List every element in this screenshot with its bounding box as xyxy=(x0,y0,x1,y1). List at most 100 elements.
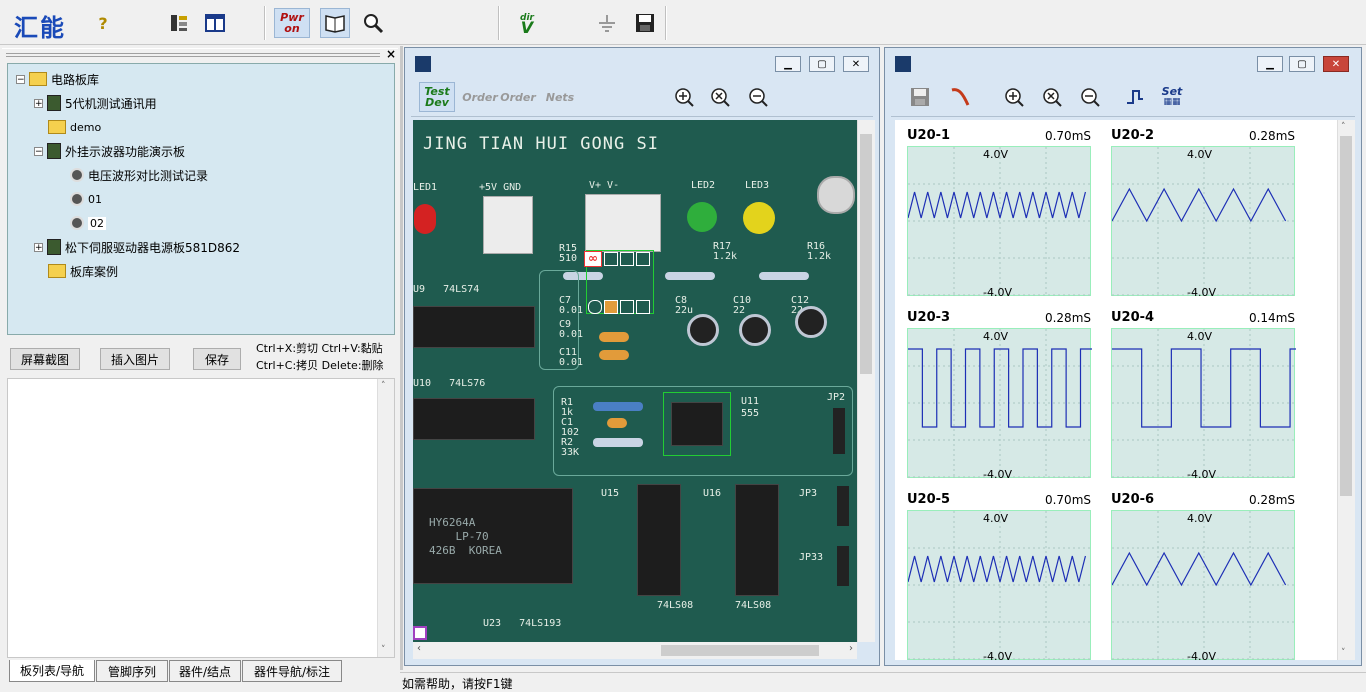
scope-channel[interactable]: U20-2 0.28mS 4.0V -4.0V xyxy=(1111,128,1301,304)
tab-pin-sequence[interactable]: 管脚序列 xyxy=(96,660,168,682)
scroll-down-icon[interactable]: ˅ xyxy=(381,645,386,655)
scope-channel[interactable]: U20-1 0.70mS 4.0V -4.0V xyxy=(907,128,1097,304)
status-bar: 如需帮助，请按F1键 xyxy=(400,672,1366,691)
insert-image-button[interactable]: 插入图片 xyxy=(100,348,170,370)
tab-device-node[interactable]: 器件/结点 xyxy=(169,660,241,682)
help-icon[interactable]: ? xyxy=(88,8,118,38)
tree-item[interactable]: +5代机测试通讯用 xyxy=(34,94,157,112)
pcb-hscroll[interactable]: ‹ › xyxy=(413,642,857,659)
zoom-in-icon[interactable] xyxy=(999,82,1029,112)
zoom-in-icon[interactable] xyxy=(669,82,699,112)
pin-marker[interactable] xyxy=(620,300,634,314)
maximize-icon[interactable]: ▢ xyxy=(809,56,835,72)
silk-label: R15 510 xyxy=(559,243,578,264)
pin-marker[interactable] xyxy=(604,300,618,314)
resistor xyxy=(665,272,715,280)
marker[interactable] xyxy=(413,626,427,640)
pcb-image[interactable]: JING TIAN HUI GONG SI LED1 +5V GND V+ V-… xyxy=(413,120,857,642)
zoom-out-icon[interactable] xyxy=(1075,82,1105,112)
waveform-plot[interactable] xyxy=(907,510,1092,661)
minimize-icon[interactable]: ▁ xyxy=(775,56,801,72)
jumper xyxy=(837,486,849,526)
silk-label: 74LS08 xyxy=(735,600,772,611)
tree-item-selected[interactable]: 02 xyxy=(70,214,106,232)
electrolytic-cap xyxy=(795,306,827,338)
tree-item-label: 板库案例 xyxy=(70,264,119,279)
waveform-step-icon[interactable] xyxy=(1119,82,1149,112)
tab-board-list[interactable]: 板列表/导航 xyxy=(9,660,95,682)
channel-timebase: 0.28mS xyxy=(1248,129,1295,143)
waveform-plot[interactable] xyxy=(1111,146,1296,297)
tree-view-icon[interactable] xyxy=(164,8,194,38)
power-on-button[interactable]: Pwr on xyxy=(274,8,310,38)
splitter[interactable] xyxy=(400,46,403,670)
zoom-fit-icon[interactable] xyxy=(1037,82,1067,112)
pcb-vscroll[interactable] xyxy=(857,120,875,642)
scroll-up-icon[interactable]: ˄ xyxy=(1341,122,1346,132)
collapse-icon[interactable]: − xyxy=(34,146,43,156)
scroll-down-icon[interactable]: ˅ xyxy=(1341,648,1346,658)
pin-marker[interactable] xyxy=(588,300,602,314)
collapse-icon[interactable]: − xyxy=(16,74,25,84)
tree-item[interactable]: 01 xyxy=(70,190,102,208)
probe-icon xyxy=(70,216,84,230)
scroll-thumb[interactable] xyxy=(661,645,819,656)
order-alt-button[interactable]: Order xyxy=(500,82,536,112)
channel-name: U20-3 xyxy=(907,310,951,325)
waveform-plot[interactable] xyxy=(907,146,1092,297)
tree-root[interactable]: − 电路板库 xyxy=(16,70,99,88)
ground-icon[interactable] xyxy=(592,8,622,38)
dir-v-button[interactable]: dir V xyxy=(512,8,542,38)
scroll-right-icon[interactable]: › xyxy=(849,643,853,654)
scope-channel[interactable]: U20-5 0.70mS 4.0V -4.0V xyxy=(907,492,1097,668)
scroll-thumb[interactable] xyxy=(1340,136,1352,496)
zoom-out-icon[interactable] xyxy=(743,82,773,112)
pin-marker[interactable] xyxy=(620,252,634,266)
waveform-plot[interactable] xyxy=(907,328,1092,479)
test-dev-button[interactable]: Test Dev xyxy=(419,82,455,112)
tree-item[interactable]: 板库案例 xyxy=(48,262,118,280)
infinity-marker-icon[interactable]: ∞ xyxy=(584,251,602,267)
nets-button[interactable]: Nets xyxy=(545,82,575,112)
pin-marker[interactable] xyxy=(604,252,618,266)
waveform-plot[interactable] xyxy=(1111,328,1296,479)
pin-marker[interactable] xyxy=(636,300,650,314)
close-icon[interactable]: ✕ xyxy=(843,56,869,72)
scroll-up-icon[interactable]: ˄ xyxy=(381,381,386,391)
search-probe-icon[interactable] xyxy=(358,8,388,38)
waveform-plot[interactable] xyxy=(1111,510,1296,661)
settings-button[interactable]: Set ▦▦ xyxy=(1157,82,1187,112)
tree-item[interactable]: − 外挂示波器功能演示板 xyxy=(34,142,185,160)
maximize-icon[interactable]: ▢ xyxy=(1289,56,1315,72)
ic-u11 xyxy=(671,402,723,446)
close-panel-icon[interactable]: × xyxy=(386,47,396,61)
tree-item[interactable]: 电压波形对比测试记录 xyxy=(70,166,208,184)
order-button[interactable]: Order xyxy=(462,82,498,112)
expand-icon[interactable]: + xyxy=(34,98,43,108)
screenshot-button[interactable]: 屏幕截图 xyxy=(10,348,80,370)
close-icon[interactable]: ✕ xyxy=(1323,56,1349,72)
scope-channel[interactable]: U20-4 0.14mS 4.0V -4.0V xyxy=(1111,310,1301,486)
probe-curve-icon[interactable] xyxy=(945,82,975,112)
split-window-icon[interactable] xyxy=(200,8,230,38)
book-icon[interactable] xyxy=(320,8,350,38)
silk-label: +5V GND xyxy=(479,182,522,193)
tree-item[interactable]: demo xyxy=(48,118,101,136)
capacitor xyxy=(599,332,629,342)
notes-editor[interactable]: ˄ ˅ xyxy=(7,378,395,658)
scope-channel[interactable]: U20-3 0.28mS 4.0V -4.0V xyxy=(907,310,1097,486)
save-icon[interactable] xyxy=(905,82,935,112)
zoom-fit-icon[interactable] xyxy=(705,82,735,112)
scroll-left-icon[interactable]: ‹ xyxy=(417,643,421,654)
save-icon[interactable] xyxy=(630,8,660,38)
save-button[interactable]: 保存 xyxy=(193,348,241,370)
scope-channel[interactable]: U20-6 0.28mS 4.0V -4.0V xyxy=(1111,492,1301,668)
pin-marker[interactable] xyxy=(636,252,650,266)
minimize-icon[interactable]: ▁ xyxy=(1257,56,1283,72)
scroll-thumb[interactable] xyxy=(860,134,872,374)
scope-vscroll[interactable]: ˄ ˅ xyxy=(1337,120,1355,660)
expand-icon[interactable]: + xyxy=(34,242,43,252)
tab-device-nav[interactable]: 器件导航/标注 xyxy=(242,660,342,682)
tree-item[interactable]: + 松下伺服驱动器电源板581D862 xyxy=(34,238,240,256)
editor-scrollbar[interactable]: ˄ ˅ xyxy=(377,379,394,657)
